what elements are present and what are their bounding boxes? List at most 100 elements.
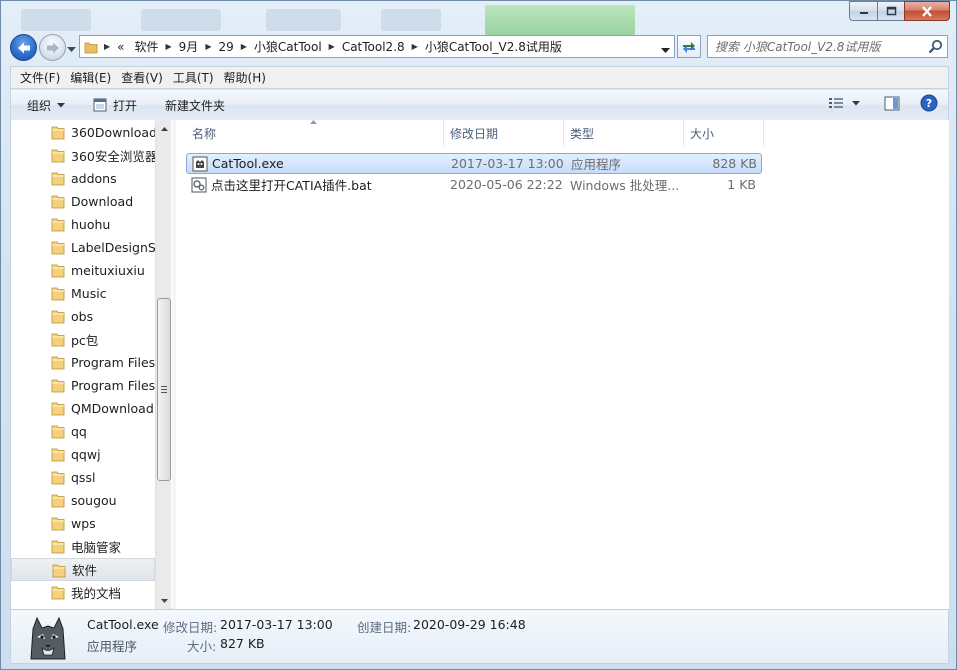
folder-icon	[51, 586, 65, 600]
nav-folder-item[interactable]: Program Files	[11, 351, 155, 374]
nav-folder-item[interactable]: 360Downloads	[11, 121, 155, 144]
breadcrumb-item[interactable]: 9月	[174, 38, 204, 55]
preview-pane-button[interactable]	[884, 96, 900, 111]
nav-folder-item[interactable]: Music	[11, 282, 155, 305]
forward-button[interactable]	[39, 34, 66, 61]
details-created-label: 创建日期:	[357, 620, 412, 635]
help-icon: ?	[920, 94, 938, 112]
folder-icon	[51, 333, 65, 347]
scroll-thumb[interactable]	[157, 298, 171, 481]
nav-folder-item[interactable]: sougou	[11, 489, 155, 512]
column-size[interactable]: 大小	[684, 120, 764, 146]
refresh-icon	[683, 41, 695, 53]
nav-folder-item[interactable]: wps	[11, 512, 155, 535]
nav-folder-item[interactable]: 我的文档	[11, 581, 155, 604]
preview-pane-icon	[884, 96, 900, 110]
breadcrumb-separator[interactable]: ▶	[410, 42, 420, 51]
nav-folder-item[interactable]: qssl	[11, 466, 155, 489]
back-button[interactable]	[10, 34, 37, 61]
search-icon[interactable]	[928, 39, 943, 57]
open-button[interactable]: 打开	[85, 94, 145, 116]
menu-view[interactable]: 查看(V)	[116, 69, 168, 86]
sort-ascending-icon	[310, 120, 317, 124]
new-folder-button[interactable]: 新建文件夹	[157, 94, 233, 116]
folder-icon	[51, 356, 65, 370]
nav-folder-item[interactable]: meituxiuxiu	[11, 259, 155, 282]
nav-folder-item[interactable]: addons	[11, 167, 155, 190]
breadcrumb-separator[interactable]: ▶	[164, 42, 174, 51]
file-row[interactable]: CatTool.exe 2017-03-17 13:00 应用程序 828 KB	[186, 153, 762, 174]
file-list: 名称 修改日期 类型 大小 CatTool.exe 2017-03-17 13:…	[176, 120, 949, 609]
breadcrumb-item[interactable]: 小狼CatTool	[249, 38, 327, 55]
maximize-button[interactable]	[877, 1, 904, 21]
chevron-down-icon	[852, 100, 860, 105]
nav-folder-item[interactable]: 电脑管家	[11, 535, 155, 558]
nav-folder-item[interactable]: 软件	[11, 558, 155, 581]
column-name[interactable]: 名称	[186, 120, 444, 146]
menu-tools[interactable]: 工具(T)	[168, 69, 219, 86]
folder-icon	[52, 564, 66, 578]
file-size: 1 KB	[727, 177, 756, 192]
nav-folder-item[interactable]: Program Files	[11, 374, 155, 397]
column-modified[interactable]: 修改日期	[444, 120, 564, 146]
file-modified: 2017-03-17 13:00	[451, 156, 564, 171]
file-type: 应用程序	[571, 157, 622, 172]
breadcrumb-separator[interactable]: ▶	[239, 42, 249, 51]
column-type[interactable]: 类型	[564, 120, 684, 146]
background-page-strip	[1, 1, 957, 35]
folder-icon	[51, 379, 65, 393]
column-size-label: 大小	[690, 126, 715, 141]
column-modified-label: 修改日期	[450, 126, 499, 141]
main-area: 360Downloads 360安全浏览器 addons Download huohu L…	[10, 120, 949, 609]
file-size: 828 KB	[712, 156, 757, 171]
navigation-pane: 360Downloads 360安全浏览器 addons Download huohu L…	[11, 120, 171, 609]
arrow-left-icon	[17, 42, 30, 53]
caption-buttons	[849, 1, 950, 21]
folder-icon	[51, 517, 65, 531]
change-view-button[interactable]	[828, 96, 860, 110]
nav-folder-item[interactable]: Download	[11, 190, 155, 213]
details-view-icon	[829, 98, 843, 108]
breadcrumb-item[interactable]: 小狼CatTool_V2.8试用版	[420, 38, 567, 55]
nav-folder-item[interactable]: QMDownload	[11, 397, 155, 420]
new-folder-label: 新建文件夹	[165, 98, 226, 113]
address-dropdown[interactable]	[661, 43, 670, 57]
nav-folder-item[interactable]: pc包	[11, 328, 155, 351]
grip-icon	[161, 386, 167, 393]
nav-folder-item[interactable]: obs	[11, 305, 155, 328]
nav-folder-item[interactable]: huohu	[11, 213, 155, 236]
breadcrumb-separator[interactable]: ▶	[203, 42, 213, 51]
minimize-button[interactable]	[849, 1, 877, 21]
scroll-down-button[interactable]	[156, 592, 171, 609]
help-button[interactable]: ?	[920, 94, 938, 112]
file-row[interactable]: 点击这里打开CATIA插件.bat 2020-05-06 22:22 Windo…	[186, 174, 762, 195]
menu-help[interactable]: 帮助(H)	[219, 69, 271, 86]
nav-folder-item[interactable]: qq	[11, 420, 155, 443]
breadcrumb-item[interactable]: 软件	[130, 38, 164, 55]
organize-button[interactable]: 组织	[11, 94, 73, 116]
nav-folder-item[interactable]: LabelDesignSt	[11, 236, 155, 259]
close-icon	[922, 5, 932, 17]
folder-tree: 360Downloads 360安全浏览器 addons Download huohu L…	[11, 121, 155, 604]
breadcrumb-item[interactable]: CatTool2.8	[337, 40, 410, 54]
breadcrumb-separator[interactable]: ▶	[327, 42, 337, 51]
nav-folder-item[interactable]: 360安全浏览器	[11, 144, 155, 167]
nav-folder-item[interactable]: qqwj	[11, 443, 155, 466]
file-name-cell: 点击这里打开CATIA插件.bat	[186, 175, 444, 194]
menu-file[interactable]: 文件(F)	[15, 69, 65, 86]
address-bar[interactable]: ▶ « 软件 ▶ 9月 ▶ 29 ▶ 小狼CatTool ▶ CatTool2.…	[79, 35, 675, 58]
details-filename: CatTool.exe	[87, 617, 159, 632]
breadcrumb-item[interactable]: 29	[213, 40, 238, 54]
scroll-up-button[interactable]	[156, 120, 171, 137]
folder-icon	[51, 494, 65, 508]
close-button[interactable]	[904, 1, 950, 21]
breadcrumb-overflow[interactable]: «	[112, 40, 129, 54]
refresh-button[interactable]	[677, 35, 701, 58]
nav-scrollbar[interactable]	[155, 120, 171, 609]
recent-pages-dropdown[interactable]	[67, 42, 76, 56]
search-input[interactable]: 搜索 小狼CatTool_V2.8试用版	[707, 35, 948, 58]
folder-icon	[51, 448, 65, 462]
organize-label: 组织	[27, 98, 52, 113]
menu-edit[interactable]: 编辑(E)	[65, 69, 116, 86]
folder-icon	[51, 287, 65, 301]
